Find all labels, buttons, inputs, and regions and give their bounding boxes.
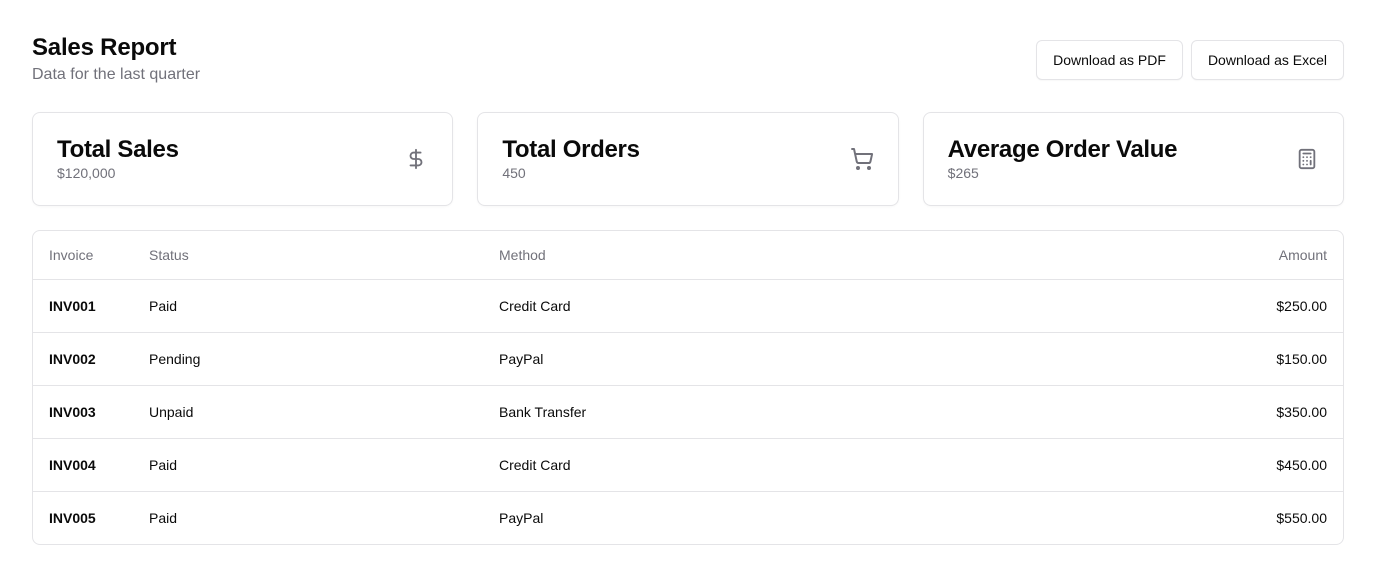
amount-cell: $150.00 [990, 332, 1343, 386]
card-title: Average Order Value [947, 136, 1178, 163]
card-value: $120,000 [57, 165, 116, 181]
method-cell: PayPal [499, 509, 544, 526]
table-row[interactable]: INV002 Pending PayPal $150.00 [33, 332, 1343, 386]
header-method: Method [483, 231, 991, 280]
header-invoice: Invoice [33, 231, 133, 280]
page-title: Sales Report [32, 34, 177, 61]
download-actions: Download as PDF Download as Excel [1036, 40, 1344, 80]
table-header-row: Invoice Status Method Amount [33, 231, 1343, 280]
average-order-value-card: Average Order Value $265 [922, 112, 1344, 206]
amount-cell: $350.00 [990, 385, 1343, 439]
calculator-icon [1295, 147, 1319, 171]
amount-cell: $250.00 [990, 279, 1343, 333]
table-row[interactable]: INV003 Unpaid Bank Transfer $350.00 [33, 385, 1343, 439]
status-cell: Paid [133, 279, 483, 333]
header-status: Status [133, 231, 483, 280]
card-title: Total Sales [57, 136, 179, 163]
status-cell: Unpaid [133, 385, 483, 439]
download-excel-button[interactable]: Download as Excel [1190, 40, 1344, 80]
method-cell: Bank Transfer [483, 385, 991, 439]
method-cell: Credit Card [483, 279, 991, 333]
method-cell: Credit Card [483, 438, 991, 492]
table-row[interactable]: INV004 Paid Credit Card $450.00 [33, 438, 1343, 492]
invoice-cell: INV001 [33, 279, 133, 333]
header-amount: Amount [990, 231, 1343, 280]
total-orders-card: Total Orders 450 [477, 112, 899, 206]
download-pdf-button[interactable]: Download as PDF [1036, 40, 1183, 80]
card-value: 450 [502, 165, 526, 181]
invoice-cell: INV002 [33, 332, 133, 386]
total-sales-card: Total Sales $120,000 [32, 112, 454, 206]
invoice-table: Invoice Status Method Amount INV001 Paid… [32, 230, 1344, 545]
title-block: Sales Report Data for the last quarter [32, 32, 200, 86]
invoice-cell: INV004 [33, 438, 133, 492]
page-header: Sales Report Data for the last quarter D… [32, 32, 1344, 112]
amount-cell: $450.00 [990, 438, 1343, 492]
dollar-icon [404, 147, 428, 171]
method-cell: PayPal [483, 332, 991, 386]
cart-icon [850, 147, 874, 171]
summary-cards: Total Sales $120,000 Total Orders 450 Av… [32, 112, 1344, 206]
table-row[interactable]: INV005 Paid PayPal $550.00 [33, 491, 1343, 544]
card-title: Total Orders [502, 136, 640, 163]
amount-cell: $550.00 [1276, 509, 1327, 526]
status-cell: Paid [149, 509, 178, 526]
status-cell: Paid [133, 438, 483, 492]
page-subtitle: Data for the last quarter [32, 66, 201, 83]
sales-report-page: Sales Report Data for the last quarter D… [0, 0, 1376, 577]
invoice-cell: INV003 [33, 385, 133, 439]
invoice-cell: INV005 [49, 509, 96, 526]
status-cell: Pending [133, 332, 483, 386]
table-row[interactable]: INV001 Paid Credit Card $250.00 [33, 279, 1343, 333]
card-value: $265 [947, 165, 979, 181]
